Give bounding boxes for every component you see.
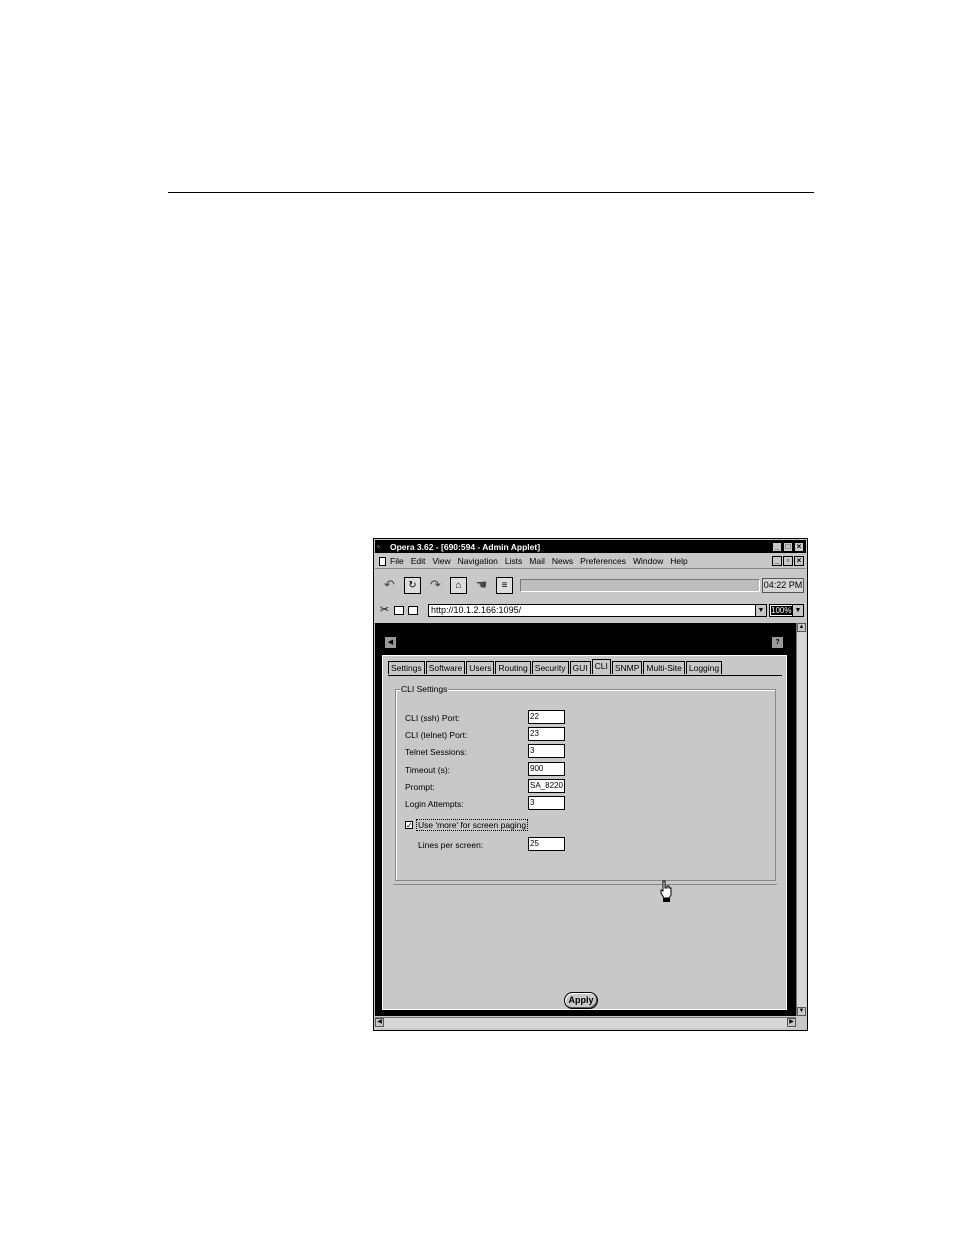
apply-button[interactable]: Apply (564, 992, 598, 1009)
zoom-select[interactable]: 100% ▼ (769, 604, 804, 617)
opera-app-icon: ◦ (377, 542, 380, 551)
login-attempts-input[interactable]: 3 (528, 796, 565, 810)
title-bar[interactable]: ◦ Opera 3.62 - [690:594 - Admin Applet] … (375, 540, 806, 553)
doc-close-button[interactable]: × (794, 556, 804, 566)
tab-strip: Settings Software Users Routing Security… (388, 659, 723, 675)
screen-paging-label[interactable]: Use 'more' for screen paging (416, 819, 529, 831)
menu-navigation[interactable]: Navigation (458, 556, 498, 566)
url-text: http://10.1.2.166:1095/ (431, 605, 522, 615)
scroll-up-icon[interactable]: ▲ (797, 623, 806, 632)
ssh-port-input[interactable]: 22 (528, 710, 565, 724)
cli-settings-legend: CLI Settings (400, 684, 449, 694)
progress-bar (520, 579, 760, 592)
menu-window[interactable]: Window (633, 556, 663, 566)
menu-view[interactable]: View (432, 556, 450, 566)
window-title: Opera 3.62 - [690:594 - Admin Applet] (390, 541, 541, 552)
menu-file[interactable]: File (390, 556, 404, 566)
url-input[interactable]: http://10.1.2.166:1095/ ▼ (428, 604, 767, 617)
lines-per-screen-label: Lines per screen: (418, 840, 484, 850)
screen-paging-checkbox-row[interactable]: ✓ Use 'more' for screen paging (405, 819, 529, 831)
page-rule (168, 192, 814, 193)
doc-minimize-button[interactable]: _ (772, 556, 782, 566)
menu-help[interactable]: Help (670, 556, 687, 566)
tab-gui[interactable]: GUI (569, 661, 591, 674)
timeout-label: Timeout (s): (405, 765, 451, 775)
address-bar: ✂ http://10.1.2.166:1095/ ▼ 100% ▼ (375, 601, 806, 619)
screen-paging-checkbox[interactable]: ✓ (405, 821, 413, 830)
hand-pointer-icon (660, 880, 672, 902)
reload-icon[interactable]: ↻ (404, 576, 421, 594)
telnet-sessions-label: Telnet Sessions: (405, 747, 467, 757)
menu-mail[interactable]: Mail (529, 556, 545, 566)
tab-users[interactable]: Users (466, 661, 495, 674)
lines-per-screen-input[interactable]: 25 (528, 837, 565, 851)
group-separator (393, 884, 777, 885)
close-button[interactable]: × (794, 541, 804, 552)
cli-tab-body: CLI Settings CLI (ssh) Port: 22 CLI (tel… (388, 675, 782, 901)
applet-viewport: ◀ ? Settings Software Users Routing Secu… (375, 623, 796, 1016)
applet-back-icon[interactable]: ◀ (385, 637, 396, 648)
home-icon[interactable]: ⌂ (450, 576, 467, 594)
zoom-value: 100% (771, 606, 793, 615)
menu-news[interactable]: News (552, 556, 573, 566)
telnet-port-label: CLI (telnet) Port: (405, 730, 468, 740)
menu-edit[interactable]: Edit (411, 556, 426, 566)
minimize-button[interactable]: _ (772, 541, 782, 552)
tab-multi-site[interactable]: Multi-Site (643, 661, 685, 674)
timeout-input[interactable]: 900 (528, 762, 565, 776)
tab-security[interactable]: Security (531, 661, 569, 674)
tab-snmp[interactable]: SNMP (611, 661, 643, 674)
page-icon[interactable] (408, 605, 418, 615)
url-dropdown-icon[interactable]: ▼ (755, 605, 766, 616)
doc-restore-button[interactable]: ▫ (783, 556, 793, 566)
tab-software[interactable]: Software (425, 661, 466, 674)
maximize-button[interactable]: □ (783, 541, 793, 552)
print-icon[interactable]: ≡ (496, 576, 513, 594)
horizontal-scrollbar[interactable]: ◀ ▶ (375, 1017, 796, 1028)
scroll-right-icon[interactable]: ▶ (787, 1018, 796, 1027)
menu-bar: File Edit View Navigation Lists Mail New… (375, 554, 806, 569)
vertical-scrollbar[interactable]: ▲ ▼ (796, 623, 806, 1016)
applet-help-icon[interactable]: ? (772, 637, 783, 648)
admin-panel: Settings Software Users Routing Security… (382, 655, 787, 1010)
zoom-dropdown-icon[interactable]: ▼ (792, 605, 803, 616)
tab-logging[interactable]: Logging (685, 661, 723, 674)
clock: 04:22 PM (762, 578, 804, 593)
tab-routing[interactable]: Routing (495, 661, 531, 674)
back-arrow-icon[interactable]: ↶ (381, 577, 398, 594)
scroll-down-icon[interactable]: ▼ (797, 1007, 806, 1016)
cut-icon[interactable]: ✂ (379, 604, 390, 616)
telnet-sessions-input[interactable]: 3 (528, 744, 565, 758)
toolbar: ↶ ↻ ↷ ⌂ ☚ ≡ 04:22 PM (375, 573, 806, 597)
tab-settings[interactable]: Settings (388, 661, 425, 674)
document-icon (379, 556, 386, 566)
prompt-input[interactable]: SA_8220 (528, 779, 565, 793)
menu-preferences[interactable]: Preferences (580, 556, 626, 566)
ssh-port-label: CLI (ssh) Port: (405, 713, 460, 723)
window-icon[interactable] (394, 605, 404, 615)
tab-cli[interactable]: CLI (591, 659, 611, 674)
menu-lists[interactable]: Lists (505, 556, 522, 566)
browser-window: ◦ Opera 3.62 - [690:594 - Admin Applet] … (373, 538, 808, 1031)
prompt-label: Prompt: (405, 782, 435, 792)
login-attempts-label: Login Attempts: (405, 799, 464, 809)
scroll-left-icon[interactable]: ◀ (375, 1018, 384, 1027)
hotlist-icon[interactable]: ☚ (473, 577, 490, 594)
forward-arrow-icon[interactable]: ↷ (427, 577, 444, 594)
telnet-port-input[interactable]: 23 (528, 727, 565, 741)
